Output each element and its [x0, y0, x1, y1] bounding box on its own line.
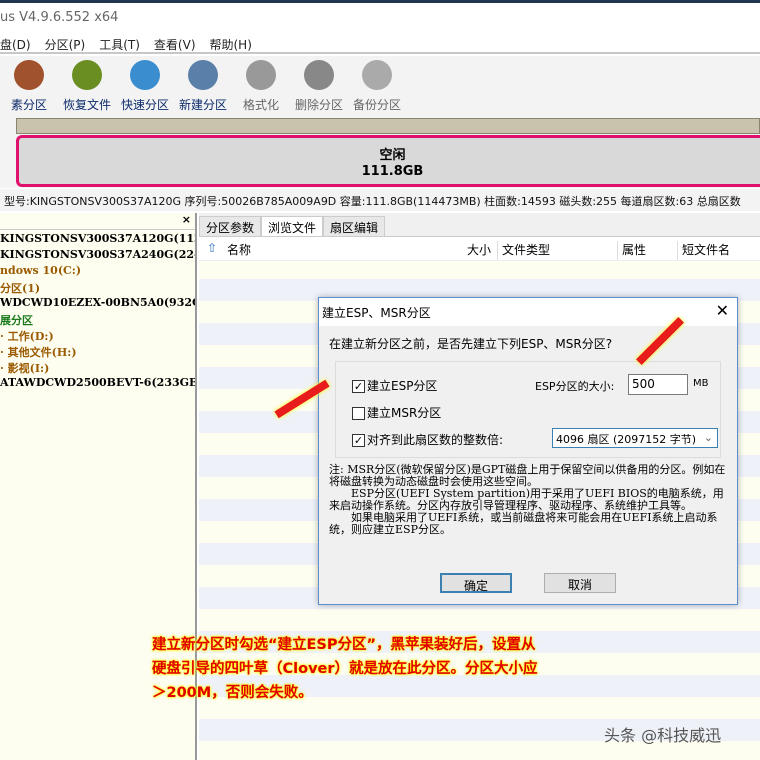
tree-item[interactable]: ATAWDCWD2500BEVT-6(233GB)	[0, 376, 195, 392]
esp-msr-dialog: 建立ESP、MSR分区 ✕ 在建立新分区之前，是否先建立下列ESP、MSR分区?…	[318, 297, 738, 605]
tab-browse-files[interactable]: 浏览文件	[261, 216, 324, 236]
size-label: ESP分区的大小:	[535, 380, 615, 393]
toolbar-button-search[interactable]: 素分区	[0, 56, 58, 114]
col-size[interactable]: 大小	[437, 241, 497, 260]
align-value: 4096 扇区 (2097152 字节)	[556, 433, 697, 446]
chevron-down-icon: ⌄	[703, 431, 713, 444]
esp-check[interactable]: ✓	[352, 380, 365, 393]
align-checkbox[interactable]: ✓ 对齐到此扇区数的整数倍:	[352, 431, 503, 448]
menu-view[interactable]: 查看(V)	[154, 36, 196, 52]
esp-checkbox[interactable]: ✓ 建立ESP分区	[352, 377, 437, 394]
dialog-question: 在建立新分区之前，是否先建立下列ESP、MSR分区?	[329, 337, 613, 351]
align-label: 对齐到此扇区数的整数倍:	[367, 433, 504, 447]
tree-item[interactable]: 分区(1)	[0, 280, 195, 296]
disk-info: 型号:KINGSTONSV300S37A120G 序列号:50026B785A0…	[0, 189, 760, 211]
toolbar-button-format[interactable]: 格式化	[232, 56, 290, 114]
tab-partition-params[interactable]: 分区参数	[199, 216, 262, 236]
align-select[interactable]: 4096 扇区 (2097152 字节) ⌄	[552, 428, 718, 448]
new-partition-icon	[188, 60, 218, 90]
col-name[interactable]: 名称	[227, 241, 437, 260]
up-icon[interactable]: ⇧	[199, 241, 227, 260]
annotation-line: 建立新分区时勾选“建立ESP分区”，黑苹果装好后，设置从	[152, 637, 536, 653]
msr-checkbox[interactable]: 建立MSR分区	[352, 404, 441, 421]
tree-item[interactable]: ndows 10(C:)	[0, 264, 195, 280]
size-unit: MB	[693, 378, 709, 389]
toolbar-label: 删除分区	[294, 98, 343, 112]
format-icon	[246, 60, 276, 90]
toolbar-button-quick-partition[interactable]: 快速分区	[116, 56, 174, 114]
toolbar-button-delete[interactable]: 删除分区	[290, 56, 348, 114]
menu-disk[interactable]: 盘(D)	[0, 36, 31, 52]
disk-strip[interactable]	[16, 118, 760, 134]
delete-icon	[304, 60, 334, 90]
tree-item[interactable]: WDCWD10EZEX-00BN5A0(932GB)	[0, 296, 195, 312]
column-header: ⇧ 名称 大小 文件类型 属性 短文件名	[199, 237, 760, 261]
menu-partition[interactable]: 分区(P)	[45, 36, 86, 52]
watermark: 头条 @科技威迅	[604, 726, 722, 745]
tree-item[interactable]: KINGSTONSV300S37A240G(224GB)	[0, 248, 195, 264]
toolbar-label: 快速分区	[120, 98, 169, 112]
toolbar-button-restore[interactable]: 恢复文件	[58, 56, 116, 114]
col-attr[interactable]: 属性	[617, 241, 677, 260]
annotation-line: 硬盘引导的四叶草（Clover）就是放在此分区。分区大小应	[152, 661, 538, 677]
toolbar-label: 备份分区	[352, 98, 401, 112]
esp-size-input[interactable]: 500	[628, 374, 688, 395]
backup-icon	[362, 60, 392, 90]
tree-item[interactable]: · 工作(D:)	[0, 328, 195, 344]
toolbar-label: 新建分区	[178, 98, 227, 112]
close-icon[interactable]: ✕	[716, 301, 729, 320]
quick-partition-icon	[130, 60, 160, 90]
note-esp: ESP分区(UEFI System partition)用于采用了UEFI BI…	[329, 487, 724, 512]
dialog-note: 注: MSR分区(微软保留分区)是GPT磁盘上用于保留空间以供备用的分区。例如在…	[329, 464, 734, 536]
msr-check[interactable]	[352, 407, 365, 420]
free-size: 111.8GB	[361, 164, 424, 179]
free-label: 空闲	[379, 148, 406, 163]
annotation-text: 建立新分区时勾选“建立ESP分区”，黑苹果装好后，设置从 硬盘引导的四叶草（Cl…	[152, 633, 652, 705]
cancel-button[interactable]: 取消	[544, 573, 616, 593]
toolbar-label: 素分区	[10, 98, 47, 112]
toolbar-label: 格式化	[242, 98, 279, 112]
tree-item[interactable]: 展分区	[0, 312, 195, 328]
note-uefi: 如果电脑采用了UEFI系统，或当前磁盘将来可能会用在UEFI系统上启动系统，则应…	[329, 511, 718, 536]
menu-tools[interactable]: 工具(T)	[99, 36, 140, 52]
toolbar: 素分区 恢复文件 快速分区 新建分区 格式化 删除分区 备份分区	[0, 56, 760, 114]
tree-item[interactable]: KINGSTONSV300S37A120G(112GB)	[0, 232, 195, 248]
align-check[interactable]: ✓	[352, 434, 365, 447]
close-panel-button[interactable]: ×	[182, 213, 191, 226]
col-type[interactable]: 文件类型	[497, 241, 617, 260]
toolbar-button-backup[interactable]: 备份分区	[348, 56, 406, 114]
ok-button[interactable]: 确定	[440, 573, 512, 593]
annotation-line: ＞200M，否则会失败。	[152, 685, 313, 701]
restore-icon	[72, 60, 102, 90]
esp-label: 建立ESP分区	[367, 379, 438, 393]
menu-bar: 盘(D) 分区(P) 工具(T) 查看(V) 帮助(H)	[0, 32, 760, 54]
tab-sector-edit[interactable]: 扇区编辑	[323, 216, 386, 236]
menu-help[interactable]: 帮助(H)	[210, 36, 252, 52]
toolbar-label: 恢复文件	[62, 98, 111, 112]
window-title: us V4.9.6.552 x64	[0, 3, 760, 32]
col-shortname[interactable]: 短文件名	[677, 241, 730, 260]
tree-item[interactable]: · 影视(I:)	[0, 360, 195, 376]
search-icon	[14, 60, 44, 90]
free-space-block[interactable]: 空闲 111.8GB	[16, 135, 760, 187]
tree-item[interactable]: · 其他文件(H:)	[0, 344, 195, 360]
toolbar-button-new-partition[interactable]: 新建分区	[174, 56, 232, 114]
note-msr: 注: MSR分区(微软保留分区)是GPT磁盘上用于保留空间以供备用的分区。例如在…	[329, 463, 726, 488]
msr-label: 建立MSR分区	[367, 406, 442, 420]
